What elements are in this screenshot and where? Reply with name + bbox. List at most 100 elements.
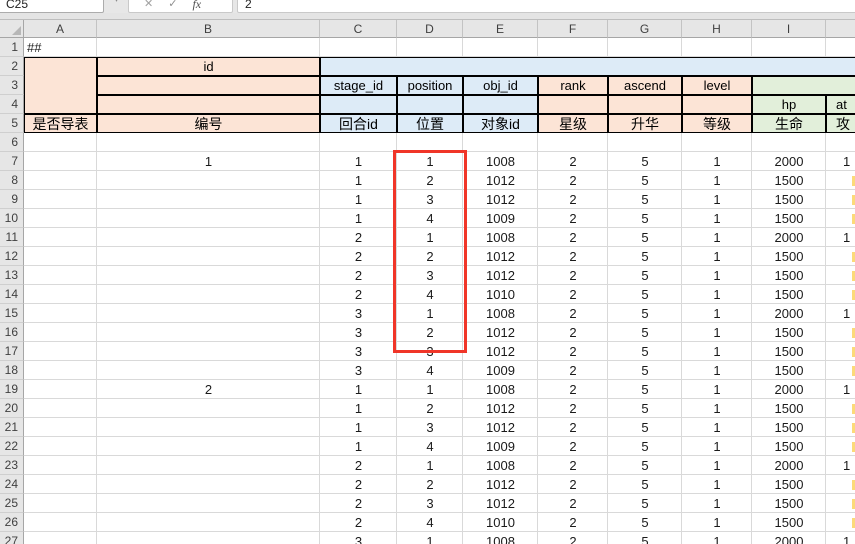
cell-J26[interactable] (826, 513, 855, 532)
header-cell-G5[interactable]: 升华 (608, 114, 682, 133)
cell-B26[interactable] (97, 513, 320, 532)
row-header-7[interactable]: 7 (0, 152, 24, 171)
column-header-G[interactable]: G (608, 20, 682, 38)
cell-C1[interactable] (320, 38, 397, 57)
header-cell-E3[interactable]: obj_id (463, 76, 538, 95)
header-cell-G4[interactable] (608, 95, 682, 114)
cell-A15[interactable] (24, 304, 97, 323)
cell-J12[interactable] (826, 247, 855, 266)
cell-J16[interactable] (826, 323, 855, 342)
column-header-C[interactable]: C (320, 20, 397, 38)
cell-A26[interactable] (24, 513, 97, 532)
cell-B15[interactable] (97, 304, 320, 323)
header-cell-H4[interactable] (682, 95, 752, 114)
column-header-B[interactable]: B (97, 20, 320, 38)
header-cell-J5[interactable]: 攻 (826, 114, 855, 133)
cell-A25[interactable] (24, 494, 97, 513)
cell-A7[interactable] (24, 152, 97, 171)
header-cell-C4[interactable] (320, 95, 397, 114)
cell-J13[interactable] (826, 266, 855, 285)
header-cell-C2[interactable] (320, 57, 855, 76)
cell-A18[interactable] (24, 361, 97, 380)
cell-A20[interactable] (24, 399, 97, 418)
cell-G6[interactable] (608, 133, 682, 152)
row-header-26[interactable]: 26 (0, 513, 24, 532)
row-header-24[interactable]: 24 (0, 475, 24, 494)
cell-A8[interactable] (24, 171, 97, 190)
cell-B10[interactable] (97, 209, 320, 228)
header-cell-D3[interactable]: position (397, 76, 463, 95)
header-cell-I4[interactable]: hp (752, 95, 826, 114)
cell-J17[interactable] (826, 342, 855, 361)
row-header-2[interactable]: 2 (0, 57, 24, 76)
row-header-14[interactable]: 14 (0, 285, 24, 304)
header-cell-B4[interactable] (97, 95, 320, 114)
header-cell-H5[interactable]: 等级 (682, 114, 752, 133)
cell-F6[interactable] (538, 133, 608, 152)
column-header-I[interactable]: I (752, 20, 826, 38)
row-header-22[interactable]: 22 (0, 437, 24, 456)
row-header-1[interactable]: 1 (0, 38, 24, 57)
cell-A13[interactable] (24, 266, 97, 285)
select-all-corner[interactable] (0, 20, 24, 38)
cell-A27[interactable] (24, 532, 97, 544)
column-header-D[interactable]: D (397, 20, 463, 38)
cell-D1[interactable] (397, 38, 463, 57)
column-header-E[interactable]: E (463, 20, 538, 38)
cell-B17[interactable] (97, 342, 320, 361)
header-cell-F5[interactable]: 星级 (538, 114, 608, 133)
cell-B22[interactable] (97, 437, 320, 456)
row-header-15[interactable]: 15 (0, 304, 24, 323)
cell-B16[interactable] (97, 323, 320, 342)
cell-J25[interactable] (826, 494, 855, 513)
row-header-17[interactable]: 17 (0, 342, 24, 361)
cell-J21[interactable] (826, 418, 855, 437)
cell-H1[interactable] (682, 38, 752, 57)
cell-B13[interactable] (97, 266, 320, 285)
row-header-10[interactable]: 10 (0, 209, 24, 228)
row-header-4[interactable]: 4 (0, 95, 24, 114)
formula-input[interactable]: 2 (237, 0, 855, 13)
cell-A10[interactable] (24, 209, 97, 228)
header-cell-B5[interactable]: 编号 (97, 114, 320, 133)
cell-A12[interactable] (24, 247, 97, 266)
header-cell-F3[interactable]: rank (538, 76, 608, 95)
cell-J24[interactable] (826, 475, 855, 494)
header-cell-G3[interactable]: ascend (608, 76, 682, 95)
cell-C6[interactable] (320, 133, 397, 152)
header-cell-F4[interactable] (538, 95, 608, 114)
cell-E1[interactable] (463, 38, 538, 57)
header-cell-E5[interactable]: 对象id (463, 114, 538, 133)
row-header-12[interactable]: 12 (0, 247, 24, 266)
cell-J6[interactable] (826, 133, 855, 152)
row-header-19[interactable]: 19 (0, 380, 24, 399)
cell-B25[interactable] (97, 494, 320, 513)
cell-B20[interactable] (97, 399, 320, 418)
cell-J20[interactable] (826, 399, 855, 418)
header-cell-B2[interactable]: id (97, 57, 320, 76)
cell-B11[interactable] (97, 228, 320, 247)
row-header-27[interactable]: 27 (0, 532, 24, 544)
cell-J1[interactable] (826, 38, 855, 57)
row-header-5[interactable]: 5 (0, 114, 24, 133)
fx-icon[interactable]: fx (192, 0, 201, 12)
cell-B14[interactable] (97, 285, 320, 304)
row-header-11[interactable]: 11 (0, 228, 24, 247)
cell-J10[interactable] (826, 209, 855, 228)
cell-A11[interactable] (24, 228, 97, 247)
cell-A16[interactable] (24, 323, 97, 342)
row-header-8[interactable]: 8 (0, 171, 24, 190)
cell-A24[interactable] (24, 475, 97, 494)
cancel-icon[interactable]: ✕ (144, 0, 153, 10)
header-cell-A2[interactable] (24, 57, 97, 114)
cell-B21[interactable] (97, 418, 320, 437)
cell-B9[interactable] (97, 190, 320, 209)
cell-J14[interactable] (826, 285, 855, 304)
header-cell-J4[interactable]: at (826, 95, 855, 114)
row-header-13[interactable]: 13 (0, 266, 24, 285)
cell-B1[interactable] (97, 38, 320, 57)
cell-J22[interactable] (826, 437, 855, 456)
cell-H6[interactable] (682, 133, 752, 152)
cell-B23[interactable] (97, 456, 320, 475)
header-cell-C5[interactable]: 回合id (320, 114, 397, 133)
